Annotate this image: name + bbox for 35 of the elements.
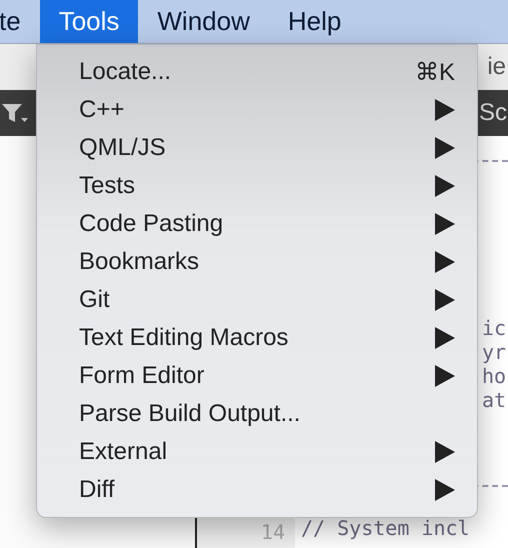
submenu-arrow-icon — [435, 479, 455, 501]
submenu-arrow-icon — [435, 213, 455, 235]
submenu-arrow-icon — [435, 137, 455, 159]
submenu-arrow-icon — [435, 251, 455, 273]
shortcut-label: ⌘K — [414, 58, 455, 86]
code-line: yr — [482, 340, 508, 364]
toolbar-label: Sc — [478, 99, 507, 127]
submenu-arrow-icon — [435, 175, 455, 197]
menu-item[interactable]: Git — [37, 281, 477, 319]
menu-item[interactable]: External — [37, 433, 477, 471]
code-line: at — [482, 388, 508, 412]
toolbar-label: ie — [487, 53, 506, 81]
menu-bar-item[interactable]: Window — [138, 0, 269, 43]
menu-item[interactable]: QML/JS — [37, 129, 477, 167]
menu-item[interactable]: Tests — [37, 167, 477, 205]
menu-item[interactable]: Parse Build Output... — [37, 395, 477, 433]
submenu-arrow-icon — [435, 365, 455, 387]
menu-item[interactable]: Text Editing Macros — [37, 319, 477, 357]
submenu-arrow-icon — [435, 99, 455, 121]
menu-item[interactable]: C++ — [37, 91, 477, 129]
code-line: ic — [482, 316, 508, 340]
menu-item[interactable]: Locate... ⌘K — [37, 53, 477, 91]
menu-bar-item[interactable]: Help — [268, 0, 360, 43]
submenu-arrow-icon — [435, 327, 455, 349]
menu-bar-item[interactable]: Tools — [40, 0, 138, 43]
menu-item[interactable]: Diff — [37, 471, 477, 509]
code-line: ho — [482, 364, 508, 388]
line-number: 14 — [260, 521, 285, 543]
code-line: // System incl — [300, 517, 471, 539]
menu-item[interactable]: Bookmarks — [37, 243, 477, 281]
submenu-arrow-icon — [435, 289, 455, 311]
submenu-arrow-icon — [435, 441, 455, 463]
menu-item[interactable]: Code Pasting — [37, 205, 477, 243]
menu-item[interactable]: Form Editor — [37, 357, 477, 395]
filter-icon[interactable] — [2, 102, 30, 124]
